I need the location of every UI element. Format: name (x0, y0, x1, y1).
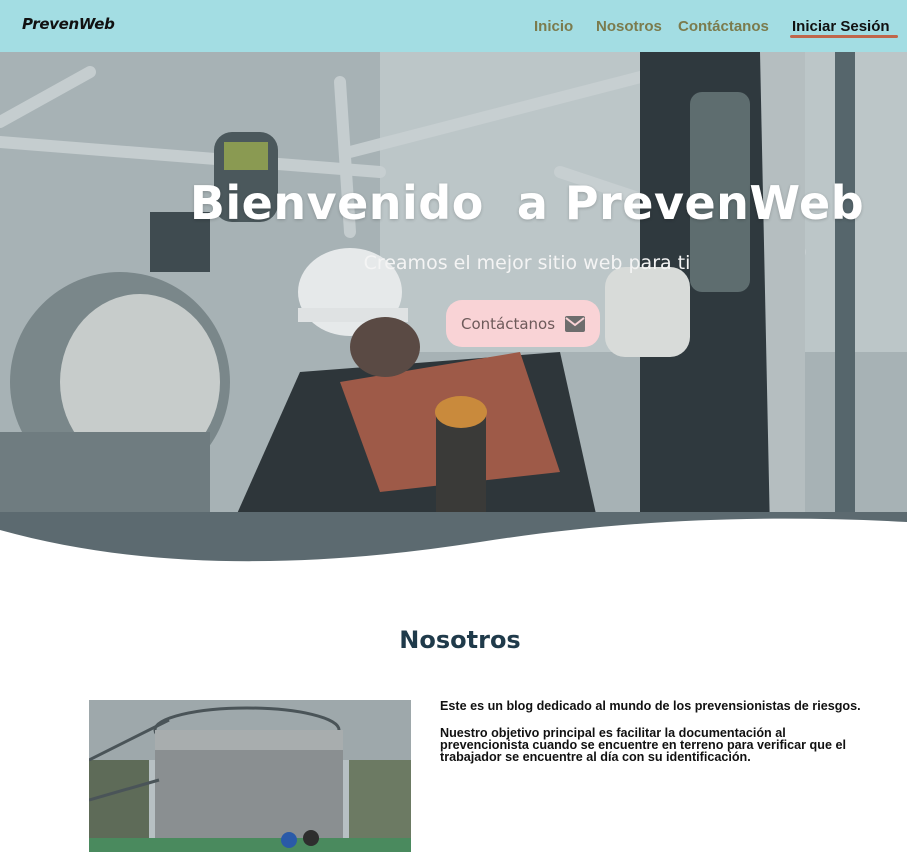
about-image (89, 700, 411, 852)
nav-link-inicio[interactable]: Inicio (534, 18, 573, 35)
navbar: PrevenWeb Inicio Nosotros Contáctanos In… (0, 0, 907, 52)
hero-title: Bienvenido a PrevenWeb (189, 176, 865, 230)
nav-link-nosotros[interactable]: Nosotros (596, 18, 662, 35)
envelope-icon (565, 315, 586, 332)
nav-links: Inicio Nosotros Contáctanos Iniciar Sesi… (0, 0, 907, 52)
contact-button-label: Contáctanos (460, 314, 556, 333)
hero-subtitle: Creamos el mejor sitio web para ti (363, 252, 691, 274)
hero-section: Bienvenido a PrevenWeb Creamos el mejor … (0, 52, 907, 564)
about-text: Este es un blog dedicado al mundo de los… (440, 700, 870, 778)
contact-button[interactable]: Contáctanos (446, 300, 600, 347)
about-title: Nosotros (399, 626, 521, 654)
nav-link-iniciar-sesion[interactable]: Iniciar Sesión (792, 18, 890, 35)
active-link-underline (790, 35, 898, 38)
about-paragraph: Nuestro objetivo principal es facilitar … (440, 726, 846, 764)
about-paragraph: Este es un blog dedicado al mundo de los… (440, 699, 861, 713)
nav-link-contactanos[interactable]: Contáctanos (678, 18, 769, 35)
